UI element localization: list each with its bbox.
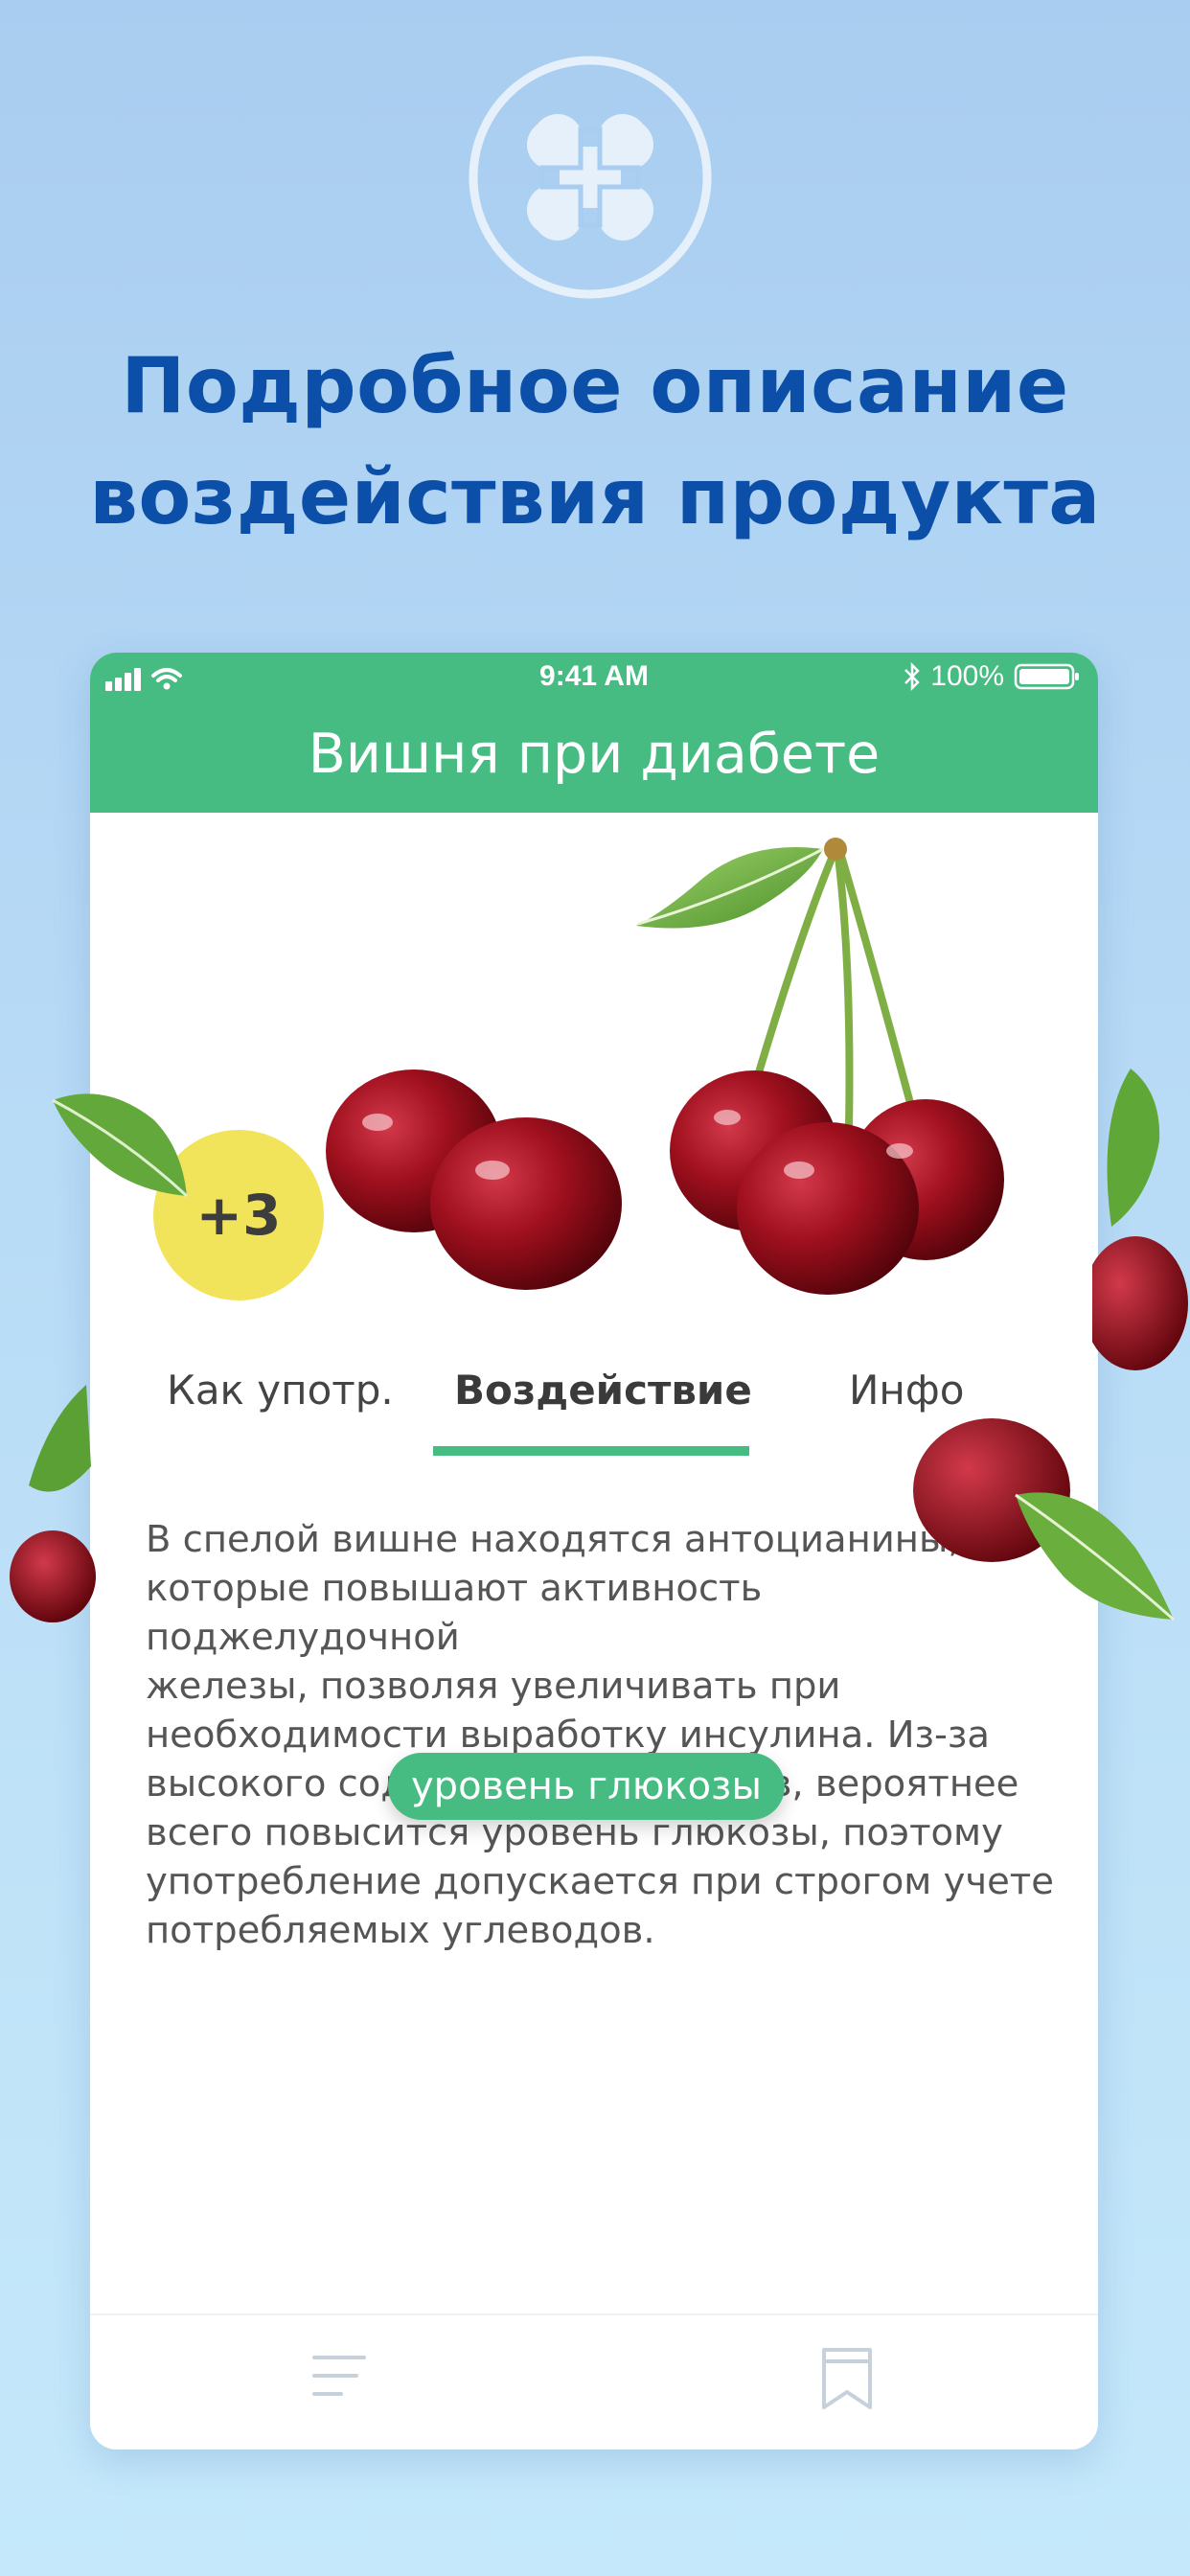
- cherry-decoration-left: [10, 1385, 96, 1622]
- status-right: 100%: [904, 660, 1081, 693]
- headline-line-2: воздействия продукта: [89, 452, 1101, 541]
- description-line: потребляемых углеводов.: [146, 1909, 655, 1952]
- battery-icon: [1014, 663, 1079, 690]
- promo-headline: Подробное описание воздействия продукта: [0, 331, 1190, 553]
- description-line: употребление допускается при строгом уче…: [146, 1860, 1054, 1903]
- cherry-decoration-right: [1092, 1069, 1188, 1370]
- tab-effect[interactable]: Воздействие: [454, 1367, 752, 1414]
- tab-info[interactable]: Инфо: [849, 1367, 964, 1414]
- nav-bar: Вишня при диабете: [90, 702, 1098, 813]
- bookmark-icon[interactable]: [818, 2346, 876, 2411]
- active-tab-indicator: [433, 1446, 749, 1456]
- menu-icon[interactable]: [312, 2352, 366, 2400]
- tab-usage[interactable]: Как употр.: [167, 1367, 394, 1414]
- cherries-image: [326, 838, 1004, 1295]
- battery-percent: 100%: [930, 660, 1004, 692]
- headline-line-1: Подробное описание: [121, 341, 1069, 430]
- bottom-tab-bar: [90, 2313, 1098, 2450]
- bluetooth-icon: [904, 662, 921, 691]
- cherry-leaf-decoration-right: [913, 1418, 1175, 1622]
- leaf-decoration-left: [52, 1093, 189, 1198]
- clover-cross-icon: [469, 56, 712, 299]
- status-bar: 9:41 AM 100%: [90, 653, 1098, 702]
- screen-title: Вишня при диабете: [308, 723, 881, 786]
- highlight-tooltip[interactable]: уровень глюкозы: [388, 1753, 785, 1820]
- description-line: железы, позволяя увеличивать при: [146, 1665, 841, 1708]
